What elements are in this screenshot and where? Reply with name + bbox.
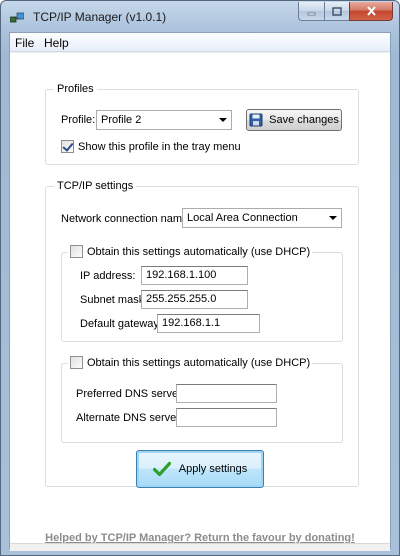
save-icon bbox=[249, 113, 263, 127]
subnet-mask-input[interactable]: 255.255.255.0 bbox=[141, 290, 248, 309]
tray-option: Show this profile in the tray menu bbox=[61, 140, 241, 153]
connection-select-value: Local Area Connection bbox=[187, 212, 298, 224]
gateway-input[interactable]: 192.168.1.1 bbox=[157, 314, 260, 333]
dns-dhcp-option: Obtain this settings automatically (use … bbox=[68, 356, 313, 369]
gateway-label: Default gateway: bbox=[80, 318, 162, 330]
menu-bar: File Help bbox=[10, 33, 390, 52]
maximize-icon bbox=[332, 6, 342, 16]
profile-select[interactable]: Profile 2 bbox=[96, 110, 232, 130]
profile-label: Profile: bbox=[61, 114, 96, 126]
connection-label: Network connection name: bbox=[61, 213, 192, 225]
subnet-mask-label: Subnet mask: bbox=[80, 294, 148, 306]
tcpip-legend: TCP/IP settings bbox=[54, 180, 137, 192]
alternate-dns-input[interactable] bbox=[176, 408, 277, 427]
alternate-dns-label: Alternate DNS server: bbox=[76, 412, 183, 424]
maximize-button[interactable] bbox=[324, 2, 349, 21]
save-changes-button[interactable]: Save changes bbox=[246, 109, 342, 131]
menu-help[interactable]: Help bbox=[44, 36, 69, 50]
window-title: TCP/IP Manager (v1.0.1) bbox=[33, 10, 167, 24]
app-window: TCP/IP Manager (v1.0.1) File Help Profil… bbox=[0, 0, 400, 556]
close-button[interactable] bbox=[349, 2, 393, 21]
profile-select-value: Profile 2 bbox=[101, 114, 142, 126]
chevron-down-icon bbox=[219, 118, 227, 122]
client-area: File Help Profiles Profile: Profile 2 Sa… bbox=[9, 32, 391, 551]
chevron-down-icon bbox=[329, 216, 337, 220]
ip-address-label: IP address: bbox=[80, 270, 136, 282]
apply-settings-button[interactable]: Apply settings bbox=[136, 450, 264, 488]
profiles-group: Profiles Profile: Profile 2 Save changes bbox=[45, 83, 359, 165]
preferred-dns-input[interactable] bbox=[176, 384, 277, 403]
minimize-icon bbox=[307, 12, 316, 15]
menu-file[interactable]: File bbox=[15, 36, 34, 50]
ip-dhcp-checkbox[interactable] bbox=[70, 245, 83, 258]
main-panel: Profiles Profile: Profile 2 Save changes bbox=[10, 53, 390, 551]
network-icon bbox=[10, 12, 24, 23]
title-bar[interactable]: TCP/IP Manager (v1.0.1) bbox=[1, 1, 399, 31]
tray-checkbox[interactable] bbox=[61, 140, 74, 153]
preferred-dns-label: Preferred DNS server: bbox=[76, 388, 185, 400]
close-icon bbox=[366, 6, 376, 16]
minimize-button[interactable] bbox=[298, 2, 324, 21]
ip-dhcp-option: Obtain this settings automatically (use … bbox=[68, 245, 313, 258]
profiles-legend: Profiles bbox=[54, 83, 97, 95]
ip-settings-group: Obtain this settings automatically (use … bbox=[61, 245, 343, 342]
connection-select[interactable]: Local Area Connection bbox=[182, 208, 342, 228]
tcpip-group: TCP/IP settings Network connection name:… bbox=[45, 180, 359, 488]
apply-settings-label: Apply settings bbox=[178, 463, 248, 475]
ip-address-input[interactable]: 192.168.1.100 bbox=[141, 266, 248, 285]
ip-dhcp-label: Obtain this settings automatically (use … bbox=[87, 245, 311, 258]
dns-dhcp-checkbox[interactable] bbox=[70, 356, 83, 369]
save-changes-label: Save changes bbox=[269, 114, 339, 126]
tray-label: Show this profile in the tray menu bbox=[78, 140, 241, 153]
dns-settings-group: Obtain this settings automatically (use … bbox=[61, 356, 343, 443]
dns-dhcp-label: Obtain this settings automatically (use … bbox=[87, 356, 311, 369]
checkmark-icon bbox=[152, 461, 171, 477]
caption-buttons bbox=[298, 2, 393, 22]
status-bar bbox=[10, 543, 390, 551]
